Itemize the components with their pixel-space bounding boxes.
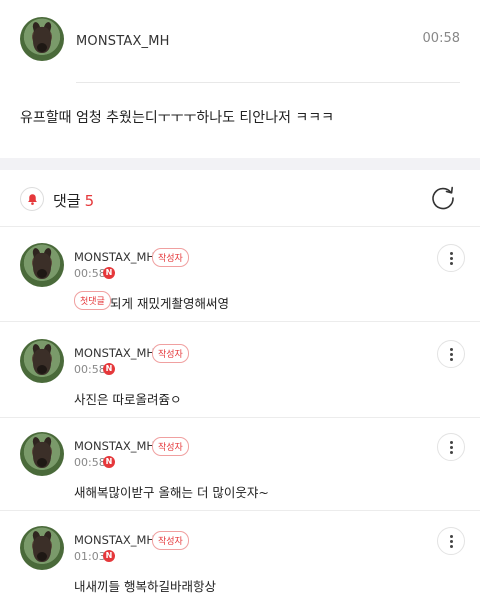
comments-header: 댓글 5 xyxy=(0,170,480,226)
comment-text: 사진은 따로올려쥼ㅇ xyxy=(74,392,182,407)
comment-text: 되게 재밌게촬영해써영 xyxy=(110,296,229,311)
comment-text: 새해복많이받구 올해는 더 많이웃쟈~ xyxy=(74,485,269,500)
post-header: MONSTAX_MH 00:58 xyxy=(0,0,480,82)
comments-title-label: 댓글 xyxy=(53,192,81,210)
comment-text: 내새끼들 행복하길바래항상 xyxy=(74,579,216,594)
section-separator xyxy=(0,158,480,170)
comment-item: MONSTAX_MH 작성자 00:58 N 사진은 따로올려쥼ㅇ xyxy=(0,323,480,418)
comment-item: MONSTAX_MH 작성자 00:58 N 첫댓글 되게 재밌게촬영해써영 xyxy=(0,227,480,322)
comment-time: 00:58 xyxy=(74,267,106,280)
bell-icon[interactable] xyxy=(20,187,44,211)
new-badge: N xyxy=(103,456,115,468)
comments-title: 댓글 5 xyxy=(53,190,94,211)
comment-time: 00:58 xyxy=(74,363,106,376)
new-badge: N xyxy=(103,267,115,279)
comment-author[interactable]: MONSTAX_MH xyxy=(74,346,155,360)
more-options-icon[interactable] xyxy=(437,433,465,461)
comment-item: MONSTAX_MH 작성자 01:03 N 내새끼들 행복하길바래항상 xyxy=(0,510,480,599)
comment-author[interactable]: MONSTAX_MH xyxy=(74,250,155,264)
comment-author[interactable]: MONSTAX_MH xyxy=(74,533,155,547)
more-options-icon[interactable] xyxy=(437,244,465,272)
comment-author[interactable]: MONSTAX_MH xyxy=(74,439,155,453)
comment-avatar[interactable] xyxy=(20,432,64,476)
comment-time: 00:58 xyxy=(74,456,106,469)
refresh-icon[interactable] xyxy=(428,183,458,213)
post-author-name[interactable]: MONSTAX_MH xyxy=(76,34,170,49)
post-divider xyxy=(76,82,460,83)
more-options-icon[interactable] xyxy=(437,527,465,555)
comment-time: 01:03 xyxy=(74,550,106,563)
post-time: 00:58 xyxy=(422,31,460,46)
first-comment-badge: 첫댓글 xyxy=(74,291,111,310)
comment-item: MONSTAX_MH 작성자 00:58 N 새해복많이받구 올해는 더 많이웃… xyxy=(0,416,480,511)
author-badge: 작성자 xyxy=(152,437,189,456)
author-badge: 작성자 xyxy=(152,531,189,550)
post-body: 유프할때 엄청 추웠는디ㅜㅜㅜ하나도 티안나저 ㅋㅋㅋ xyxy=(20,110,335,126)
comment-divider xyxy=(0,321,480,322)
new-badge: N xyxy=(103,550,115,562)
author-badge: 작성자 xyxy=(152,344,189,363)
more-options-icon[interactable] xyxy=(437,340,465,368)
post-author-avatar[interactable] xyxy=(20,17,64,61)
comments-count: 5 xyxy=(84,192,95,210)
comment-avatar[interactable] xyxy=(20,526,64,570)
new-badge: N xyxy=(103,363,115,375)
author-badge: 작성자 xyxy=(152,248,189,267)
comment-avatar[interactable] xyxy=(20,243,64,287)
comment-avatar[interactable] xyxy=(20,339,64,383)
